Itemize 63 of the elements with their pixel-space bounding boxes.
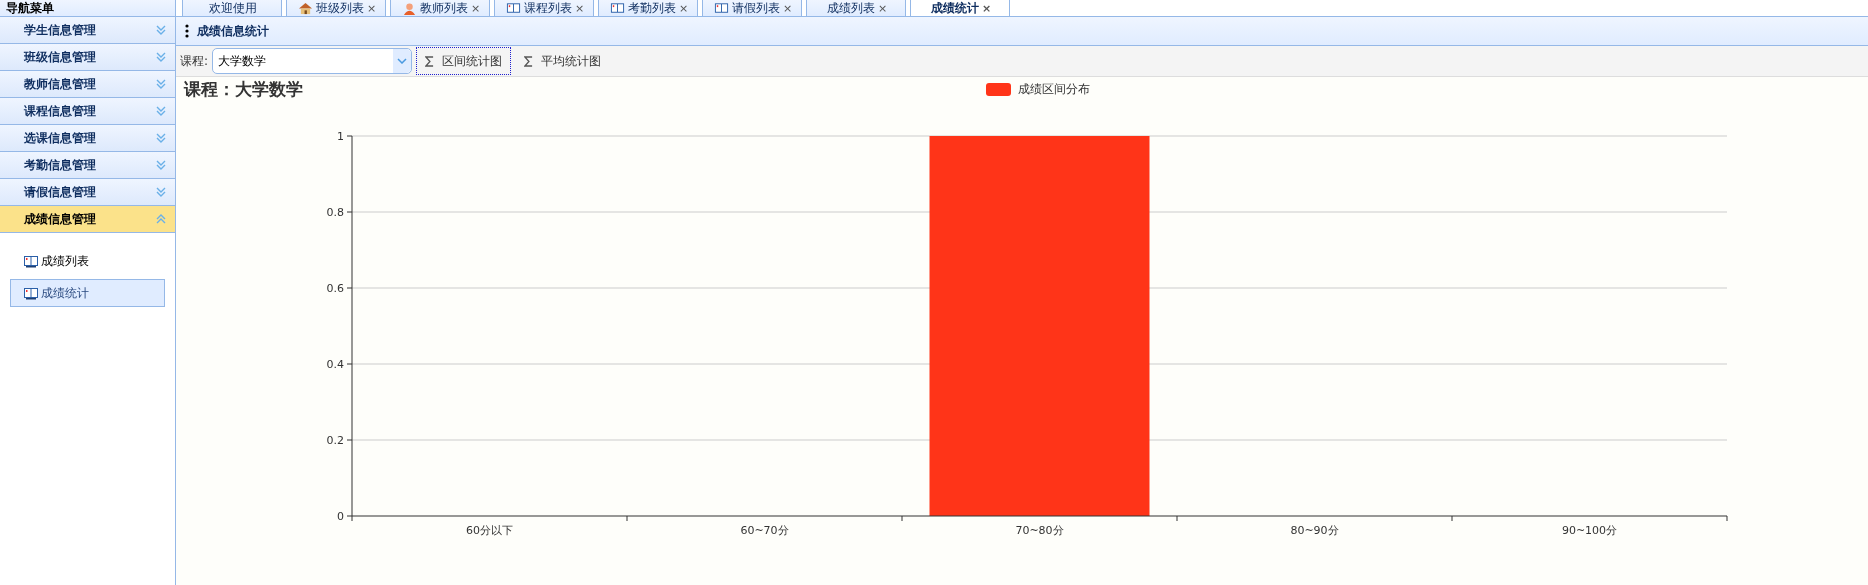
chart-title: 课程：大学数学 — [184, 79, 303, 99]
axis-category-label: 80~90分 — [1290, 524, 1339, 537]
legend-label[interactable]: 成绩区间分布 — [1018, 82, 1090, 96]
axis-tick-label: 0.2 — [326, 434, 344, 447]
close-icon[interactable]: × — [678, 1, 689, 15]
axis-category-label: 90~100分 — [1561, 524, 1618, 537]
axis-tick-label: 0 — [337, 510, 344, 523]
sigma-icon — [524, 55, 534, 67]
expand-icon — [155, 78, 167, 90]
menu-item[interactable]: 课程信息管理 — [0, 98, 175, 125]
drag-handle-icon — [185, 24, 189, 39]
expand-icon — [155, 105, 167, 117]
close-icon[interactable]: × — [366, 1, 377, 15]
field-label: 课程: — [180, 52, 209, 70]
axis-tick-label: 0.6 — [326, 282, 344, 295]
tab[interactable]: 成绩统计 × — [910, 0, 1010, 16]
tab[interactable]: 教师列表 × — [390, 0, 490, 16]
menu-item[interactable]: 请假信息管理 — [0, 179, 175, 206]
menu-item[interactable]: 班级信息管理 — [0, 44, 175, 71]
book-icon — [713, 1, 729, 15]
course-select[interactable]: 大学数学 — [212, 48, 413, 75]
person-icon — [401, 1, 417, 15]
book-icon — [609, 1, 625, 15]
tab[interactable]: 成绩列表 × — [806, 0, 906, 16]
book-icon — [505, 1, 521, 15]
toolbar-button[interactable]: 平均统计图 — [515, 47, 611, 76]
expand-icon — [155, 159, 167, 171]
menu-item[interactable]: 考勤信息管理 — [0, 152, 175, 179]
close-icon[interactable]: × — [877, 1, 888, 15]
panel-title: 成绩信息统计 — [197, 22, 269, 40]
tab[interactable]: 课程列表 × — [494, 0, 594, 16]
menu-item[interactable]: 教师信息管理 — [0, 71, 175, 98]
axis-category-label: 60~70分 — [740, 524, 789, 537]
house-icon — [297, 1, 313, 15]
close-icon[interactable]: × — [470, 1, 481, 15]
tab[interactable]: 请假列表 × — [702, 0, 802, 16]
book-icon — [23, 254, 39, 268]
axis-category-label: 70~80分 — [1015, 524, 1064, 537]
tab[interactable]: 班级列表 × — [286, 0, 386, 16]
close-icon[interactable]: × — [981, 1, 992, 15]
toolbar-button[interactable]: 区间统计图 — [416, 47, 512, 76]
tab[interactable]: 欢迎使用 — [182, 0, 282, 16]
axis-tick-label: 1 — [337, 130, 344, 143]
dropdown-icon — [397, 58, 408, 65]
menu-item[interactable]: 选课信息管理 — [0, 125, 175, 152]
axis-tick-label: 0.8 — [326, 206, 344, 219]
submenu-item[interactable]: 成绩统计 — [10, 279, 165, 307]
menu-item[interactable]: 成绩信息管理 — [0, 206, 175, 233]
expand-icon — [155, 51, 167, 63]
expand-icon — [155, 132, 167, 144]
close-icon[interactable]: × — [574, 1, 585, 15]
axis-category-label: 60分以下 — [466, 524, 513, 537]
collapse-icon — [155, 213, 167, 225]
expand-icon — [155, 186, 167, 198]
axis-tick-label: 0.4 — [326, 358, 344, 371]
expand-icon — [155, 24, 167, 36]
close-icon[interactable]: × — [782, 1, 793, 15]
submenu-item[interactable]: 成绩列表 — [10, 247, 165, 275]
book-icon — [23, 286, 39, 300]
sigma-icon — [425, 55, 435, 67]
sidebar-title: 导航菜单 — [0, 0, 175, 17]
tab[interactable]: 考勤列表 × — [598, 0, 698, 16]
menu-item[interactable]: 学生信息管理 — [0, 17, 175, 44]
